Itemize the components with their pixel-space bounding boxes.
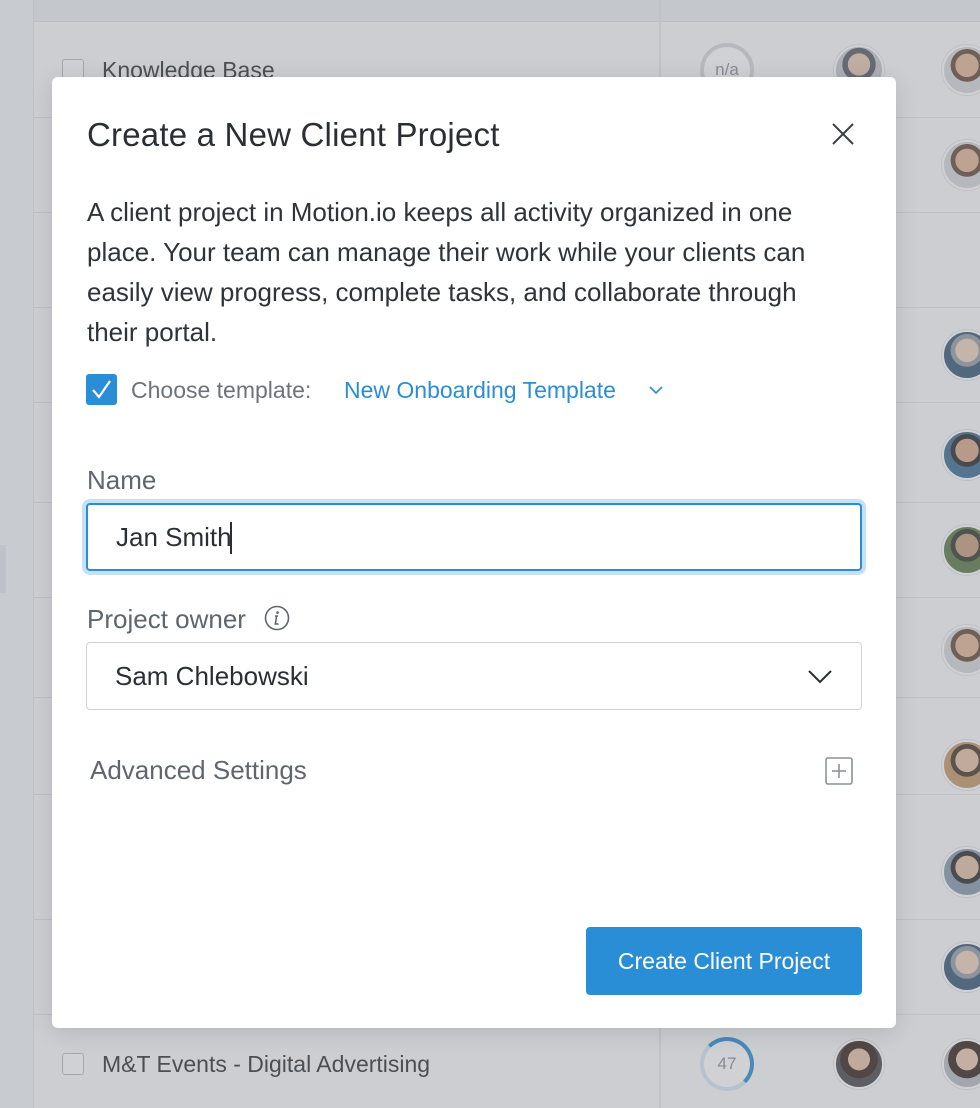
template-row: Choose template: New Onboarding Template	[86, 374, 706, 408]
create-project-modal: Create a New Client Project A client pro…	[52, 77, 896, 1028]
template-checkbox[interactable]	[86, 374, 117, 405]
modal-description: A client project in Motion.io keeps all …	[87, 197, 806, 347]
project-owner-select[interactable]: Sam Chlebowski	[86, 642, 862, 710]
name-input[interactable]	[86, 503, 862, 571]
owner-value: Sam Chlebowski	[115, 661, 309, 691]
template-dropdown[interactable]: New Onboarding Template	[344, 377, 616, 404]
template-label: Choose template:	[131, 377, 312, 403]
checkmark-icon	[92, 380, 111, 399]
info-icon[interactable]	[264, 605, 290, 631]
chevron-down-icon	[808, 670, 832, 684]
modal-title: Create a New Client Project	[87, 116, 500, 153]
plus-icon[interactable]	[825, 757, 853, 785]
text-caret	[230, 522, 232, 554]
owner-label: Project owner	[87, 604, 246, 634]
chevron-down-icon[interactable]	[648, 382, 664, 398]
advanced-settings-toggle[interactable]: Advanced Settings	[90, 755, 307, 786]
close-icon	[832, 123, 854, 145]
name-label: Name	[87, 465, 157, 495]
close-button[interactable]	[830, 121, 856, 147]
create-client-project-button[interactable]: Create Client Project	[586, 927, 862, 995]
